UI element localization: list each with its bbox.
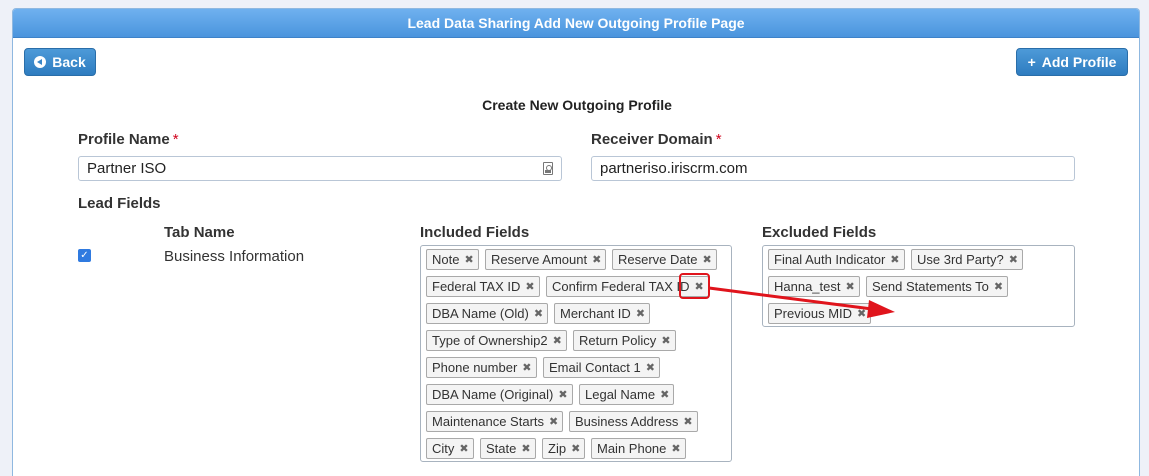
tag-label: Email Contact 1 (549, 360, 641, 375)
remove-icon[interactable]: ✖ (571, 442, 580, 455)
included-field-tag: Return Policy ✖ (573, 330, 676, 351)
remove-icon[interactable]: ✖ (459, 442, 468, 455)
tag-label: Reserve Amount (491, 252, 588, 267)
tag-label: Hanna_test (774, 279, 841, 294)
remove-icon[interactable]: ✖ (646, 361, 655, 374)
business-information-checkbox[interactable]: ✓ (78, 249, 91, 262)
back-arrow-icon (34, 56, 47, 68)
tag-label: State (486, 441, 517, 456)
tag-label: Note (432, 252, 460, 267)
included-fields-header: Included Fields (420, 224, 530, 241)
remove-icon[interactable]: ✖ (660, 388, 669, 401)
remove-icon[interactable]: ✖ (1009, 253, 1018, 266)
included-fields-box[interactable]: Note ✖ Reserve Amount ✖ Reserve Date ✖ Federal… (420, 245, 732, 462)
remove-icon[interactable]: ✖ (636, 307, 645, 320)
remove-icon[interactable]: ✖ (994, 280, 1003, 293)
excluded-fields-box[interactable]: Final Auth Indicator ✖ Use 3rd Party? ✖ Hann… (762, 245, 1075, 327)
remove-icon[interactable]: ✖ (592, 253, 601, 266)
excluded-field-tag: Send Statements To ✖ (866, 276, 1009, 297)
tag-label: DBA Name (Original) (432, 387, 554, 402)
tab-name-header: Tab Name (164, 224, 235, 241)
excluded-field-tag: Final Auth Indicator ✖ (768, 249, 905, 270)
tag-label: Federal TAX ID (432, 279, 521, 294)
tag-label: Final Auth Indicator (774, 252, 886, 267)
receiver-domain-input[interactable]: partneriso.iriscrm.com (591, 156, 1075, 181)
remove-icon[interactable]: ✖ (534, 307, 543, 320)
included-field-tag: Type of Ownership2 ✖ (426, 330, 567, 351)
tag-label: Return Policy (579, 333, 657, 348)
add-profile-label: Add Profile (1041, 54, 1117, 70)
remove-icon[interactable]: ✖ (549, 415, 558, 428)
required-mark: * (715, 131, 722, 148)
included-field-tag: Reserve Amount ✖ (485, 249, 607, 270)
included-field-tag: Zip ✖ (542, 438, 586, 459)
lead-fields-label: Lead Fields (78, 195, 161, 212)
remove-icon[interactable]: ✖ (683, 415, 692, 428)
included-field-tag: Phone number ✖ (426, 357, 537, 378)
tag-label: Maintenance Starts (432, 414, 545, 429)
excluded-field-tag: Previous MID ✖ (768, 303, 872, 324)
tab-name-business-information: Business Information (164, 248, 305, 265)
included-field-tag: Federal TAX ID ✖ (426, 276, 540, 297)
included-field-tag: Legal Name ✖ (579, 384, 675, 405)
excluded-field-tag: Use 3rd Party? ✖ (911, 249, 1023, 270)
tag-label: Type of Ownership2 (432, 333, 548, 348)
remove-icon[interactable]: ✖ (890, 253, 899, 266)
tag-label: Reserve Date (618, 252, 698, 267)
profile-name-label: Profile Name * (78, 131, 179, 148)
add-profile-button[interactable]: + Add Profile (1016, 48, 1128, 76)
remove-icon[interactable]: ✖ (525, 280, 534, 293)
remove-icon[interactable]: ✖ (671, 442, 680, 455)
plus-icon: + (1027, 54, 1036, 70)
remove-icon[interactable]: ✖ (464, 253, 473, 266)
tag-label: Confirm Federal TAX ID (552, 279, 690, 294)
form-title: Create New Outgoing Profile (482, 97, 672, 113)
remove-icon[interactable]: ✖ (702, 253, 711, 266)
included-field-tag: State ✖ (480, 438, 536, 459)
page-title: Lead Data Sharing Add New Outgoing Profi… (13, 9, 1139, 38)
remove-icon[interactable]: ✖ (695, 280, 704, 293)
included-field-tag: DBA Name (Original) ✖ (426, 384, 573, 405)
back-button[interactable]: Back (24, 48, 96, 76)
remove-icon[interactable]: ✖ (558, 388, 567, 401)
required-mark: * (172, 131, 179, 148)
receiver-domain-label: Receiver Domain * (591, 131, 722, 148)
included-field-tag: Business Address ✖ (569, 411, 698, 432)
included-field-tag: Note ✖ (426, 249, 479, 270)
included-field-tag: Reserve Date ✖ (612, 249, 717, 270)
remove-icon[interactable]: ✖ (553, 334, 562, 347)
tag-label: Previous MID (774, 306, 853, 321)
tag-label: Zip (548, 441, 567, 456)
included-field-tag: City ✖ (426, 438, 474, 459)
contact-card-icon[interactable] (543, 162, 553, 175)
included-field-tag: Maintenance Starts ✖ (426, 411, 564, 432)
tag-label: DBA Name (Old) (432, 306, 529, 321)
tag-label: Legal Name (585, 387, 656, 402)
tag-label: Phone number (432, 360, 518, 375)
profile-name-input[interactable]: Partner ISO (78, 156, 562, 181)
tag-label: Business Address (575, 414, 679, 429)
remove-icon[interactable]: ✖ (857, 307, 866, 320)
included-field-tag: Main Phone ✖ (591, 438, 686, 459)
included-field-tag: Merchant ID ✖ (554, 303, 651, 324)
remove-icon[interactable]: ✖ (521, 442, 530, 455)
tag-label: City (432, 441, 455, 456)
tag-label: Merchant ID (560, 306, 631, 321)
lead-sharing-panel: Lead Data Sharing Add New Outgoing Profi… (12, 8, 1140, 476)
tag-label: Send Statements To (872, 279, 989, 294)
tag-label: Use 3rd Party? (917, 252, 1004, 267)
remove-icon[interactable]: ✖ (846, 280, 855, 293)
remove-icon[interactable]: ✖ (522, 361, 531, 374)
excluded-field-tag: Hanna_test ✖ (768, 276, 860, 297)
included-field-tag: Email Contact 1 ✖ (543, 357, 660, 378)
included-field-tag: Confirm Federal TAX ID ✖ (546, 276, 709, 297)
excluded-fields-header: Excluded Fields (762, 224, 877, 241)
remove-icon[interactable]: ✖ (661, 334, 670, 347)
included-field-tag: DBA Name (Old) ✖ (426, 303, 549, 324)
tag-label: Main Phone (597, 441, 667, 456)
back-label: Back (52, 54, 86, 70)
